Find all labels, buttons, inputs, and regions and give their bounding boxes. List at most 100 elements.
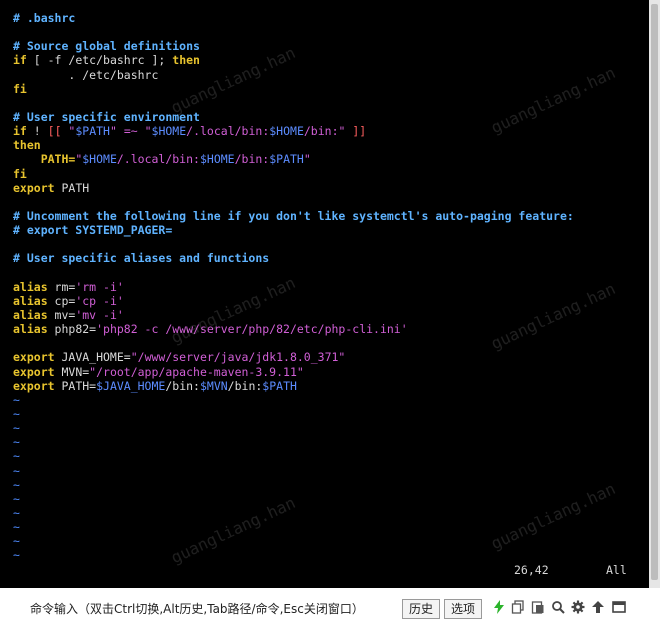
code-line: fi: [13, 167, 574, 181]
code-token: 'mv -i': [75, 307, 124, 322]
code-token: ~: [13, 421, 20, 436]
code-token: 'rm -i': [75, 279, 124, 294]
code-line: export PATH=$JAVA_HOME/bin:$MVN/bin:$PAT…: [13, 379, 574, 393]
code-line: fi: [13, 82, 574, 96]
code-token: $HOME: [199, 152, 235, 167]
code-token: ~: [13, 463, 20, 478]
code-line: . /etc/bashrc: [13, 68, 574, 82]
code-token: if: [13, 53, 27, 68]
cursor-position: 26,42: [514, 563, 549, 577]
code-token: $JAVA_HOME: [96, 378, 166, 393]
code-token: 'php82 -c /www/server/php/82/etc/php-cli…: [96, 322, 408, 337]
code-token: "/www/server/java/jdk1.8.0_371": [130, 350, 346, 365]
empty-buffer-line: ~: [13, 534, 574, 548]
code-token: $HOME: [151, 124, 187, 139]
arrow-up-icon[interactable]: [591, 600, 605, 614]
code-token: MVN=: [54, 364, 90, 379]
history-button[interactable]: 历史: [402, 599, 440, 619]
code-line: PATH="$HOME/.local/bin:$HOME/bin:$PATH": [13, 152, 574, 166]
gear-icon[interactable]: [571, 600, 585, 614]
lightning-icon[interactable]: [492, 600, 506, 614]
code-line: # Source global definitions: [13, 39, 574, 53]
code-token: ~: [13, 534, 20, 549]
code-token: ": [303, 152, 311, 167]
code-token: $PATH: [262, 378, 297, 393]
code-token: "/root/app/apache-maven-3.9.11": [89, 364, 304, 379]
code-line: # User specific aliases and functions: [13, 251, 574, 265]
code-token: export: [13, 378, 55, 393]
code-token: PATH: [54, 180, 90, 195]
empty-buffer-line: ~: [13, 478, 574, 492]
paste-icon[interactable]: [531, 600, 545, 614]
code-token: then: [13, 138, 41, 153]
code-token: $HOME: [82, 152, 117, 167]
code-token: !: [26, 124, 48, 139]
code-token: rm=: [47, 279, 76, 294]
editor-buffer[interactable]: # .bashrc # Source global definitions if …: [13, 11, 574, 562]
code-token: . /etc/bashrc: [13, 67, 159, 82]
code-line: if [ -f /etc/bashrc ]; then: [13, 53, 574, 67]
code-token: # Uncomment the following line if you do…: [13, 208, 574, 223]
code-line: export PATH: [13, 181, 574, 195]
code-token: PATH=: [13, 152, 76, 167]
code-token: ~: [13, 477, 20, 492]
code-token: fi: [13, 166, 27, 181]
code-token: $PATH: [75, 124, 110, 139]
code-token: alias: [13, 293, 48, 308]
code-line: export MVN="/root/app/apache-maven-3.9.1…: [13, 365, 574, 379]
code-token: then: [172, 53, 200, 68]
code-token: JAVA_HOME=: [54, 350, 131, 365]
code-line: alias rm='rm -i': [13, 280, 574, 294]
code-token: ~: [13, 435, 20, 450]
code-token: /bin:": [303, 124, 353, 139]
code-token: /.local/bin:: [116, 152, 200, 167]
code-line: # .bashrc: [13, 11, 574, 25]
code-token: ~: [13, 491, 20, 506]
vertical-scrollbar[interactable]: [649, 0, 660, 588]
command-bar: 命令输入（双击Ctrl切换,Alt历史,Tab路径/命令,Esc关闭窗口） 历史…: [0, 588, 660, 633]
code-line: # export SYSTEMD_PAGER=: [13, 223, 574, 237]
code-token: ~: [13, 520, 20, 535]
code-token: # .bashrc: [13, 11, 76, 25]
code-token: [[: [47, 124, 62, 139]
code-token: export: [13, 364, 55, 379]
code-token: cp=: [47, 293, 76, 308]
code-line: alias mv='mv -i': [13, 308, 574, 322]
code-token: # User specific aliases and functions: [13, 251, 270, 266]
code-token: ]]: [352, 124, 367, 139]
empty-buffer-line: ~: [13, 421, 574, 435]
copy-icon[interactable]: [511, 600, 525, 614]
code-token: 'cp -i': [75, 293, 124, 308]
empty-buffer-line: ~: [13, 506, 574, 520]
code-token: $PATH: [269, 152, 304, 167]
scroll-position: All: [606, 563, 627, 577]
code-line: if ! [[ "$PATH" =~ "$HOME/.local/bin:$HO…: [13, 124, 574, 138]
code-token: ": [61, 124, 76, 139]
code-token: ~: [13, 548, 20, 563]
code-token: /.local/bin:: [186, 124, 270, 139]
code-token: /bin:: [227, 378, 263, 393]
scrollbar-thumb[interactable]: [651, 4, 658, 580]
window-icon[interactable]: [612, 600, 626, 614]
code-token: php82=: [47, 322, 97, 337]
code-token: if: [13, 124, 27, 139]
code-token: ~: [13, 505, 20, 520]
code-line: alias php82='php82 -c /www/server/php/82…: [13, 322, 574, 336]
options-button[interactable]: 选项: [444, 599, 482, 619]
empty-buffer-line: ~: [13, 407, 574, 421]
code-token: /bin:: [165, 378, 200, 393]
code-token: # export SYSTEMD_PAGER=: [13, 223, 173, 238]
search-icon[interactable]: [551, 600, 565, 614]
code-token: PATH=: [54, 378, 97, 393]
code-token: $HOME: [269, 124, 304, 139]
terminal-window[interactable]: # .bashrc # Source global definitions if …: [0, 0, 649, 588]
code-token: ~: [13, 406, 20, 421]
code-line: then: [13, 138, 574, 152]
empty-buffer-line: ~: [13, 464, 574, 478]
command-input-hint[interactable]: 命令输入（双击Ctrl切换,Alt历史,Tab路径/命令,Esc关闭窗口）: [30, 600, 364, 617]
